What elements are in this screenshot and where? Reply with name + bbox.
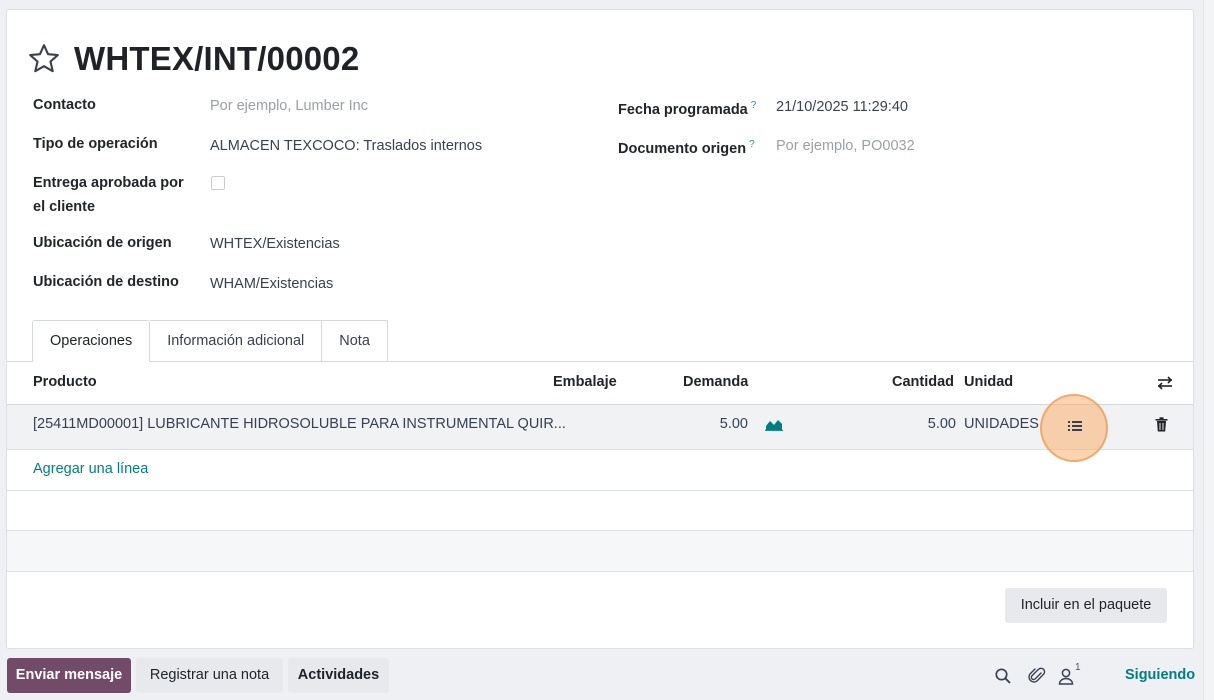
registrar-nota-button[interactable]: Registrar una nota <box>136 658 283 693</box>
incluir-paquete-button[interactable]: Incluir en el paquete <box>1005 588 1167 623</box>
contacto-label: Contacto <box>33 97 96 113</box>
enviar-mensaje-button[interactable]: Enviar mensaje <box>7 658 131 693</box>
fecha-programada-field[interactable]: 21/10/2025 11:29:40 <box>776 97 908 118</box>
tab-informacion-adicional[interactable]: Información adicional <box>150 320 323 362</box>
add-line-link[interactable]: Agregar una línea <box>33 461 148 477</box>
tipo-operacion-label: Tipo de operación <box>33 136 158 152</box>
help-icon[interactable]: ? <box>751 100 757 111</box>
column-unidad[interactable]: Unidad <box>964 374 1013 390</box>
tab-nota[interactable]: Nota <box>322 320 388 362</box>
actividades-button[interactable]: Actividades <box>288 658 389 693</box>
fecha-programada-label: Fecha programada? <box>618 100 757 118</box>
notebook-tabs: Operaciones Información adicional Nota <box>32 320 388 362</box>
followers-icon[interactable] <box>1057 667 1075 685</box>
empty-row <box>7 531 1193 571</box>
column-embalaje[interactable]: Embalaje <box>553 374 617 390</box>
ubicacion-origen-label: Ubicación de origen <box>33 235 172 251</box>
entrega-aprobada-label-2: el cliente <box>33 199 96 215</box>
paperclip-icon[interactable] <box>1028 667 1046 685</box>
ubicacion-origen-field[interactable]: WHTEX/Existencias <box>210 234 340 255</box>
row-divider <box>7 571 1193 572</box>
scrollbar[interactable] <box>1203 0 1214 700</box>
documento-origen-input[interactable]: Por ejemplo, PO0032 <box>776 136 915 157</box>
followers-count: 1 <box>1075 662 1081 673</box>
column-producto[interactable]: Producto <box>33 374 97 390</box>
detailed-operations-icon[interactable] <box>1067 419 1083 433</box>
documento-origen-label: Documento origen? <box>618 139 755 157</box>
search-icon[interactable] <box>994 667 1012 685</box>
tipo-operacion-field[interactable]: ALMACEN TEXCOCO: Traslados internos <box>210 136 482 157</box>
row-unidad[interactable]: UNIDADES <box>964 416 1039 432</box>
optional-columns-icon[interactable] <box>1156 374 1174 392</box>
row-demanda[interactable]: 5.00 <box>700 416 748 432</box>
tab-operaciones[interactable]: Operaciones <box>32 320 151 362</box>
entrega-aprobada-checkbox[interactable] <box>211 176 225 190</box>
contacto-input[interactable]: Por ejemplo, Lumber Inc <box>210 96 368 117</box>
title-row: WHTEX/INT/00002 <box>26 40 359 78</box>
row-producto[interactable]: [25411MD00001] LUBRICANTE HIDROSOLUBLE P… <box>33 416 566 432</box>
help-icon[interactable]: ? <box>749 139 755 150</box>
row-cantidad[interactable]: 5.00 <box>900 416 956 432</box>
column-demanda[interactable]: Demanda <box>683 374 748 390</box>
ubicacion-destino-label: Ubicación de destino <box>33 274 179 290</box>
column-cantidad[interactable]: Cantidad <box>892 374 954 390</box>
entrega-aprobada-label-1: Entrega aprobada por <box>33 175 184 191</box>
star-icon[interactable] <box>26 41 62 77</box>
forecast-chart-icon[interactable] <box>765 417 783 431</box>
ubicacion-destino-field[interactable]: WHAM/Existencias <box>210 274 333 295</box>
row-divider <box>7 490 1193 491</box>
siguiendo-button[interactable]: Siguiendo <box>1125 667 1195 683</box>
trash-icon[interactable] <box>1155 417 1168 432</box>
record-title: WHTEX/INT/00002 <box>74 40 360 77</box>
